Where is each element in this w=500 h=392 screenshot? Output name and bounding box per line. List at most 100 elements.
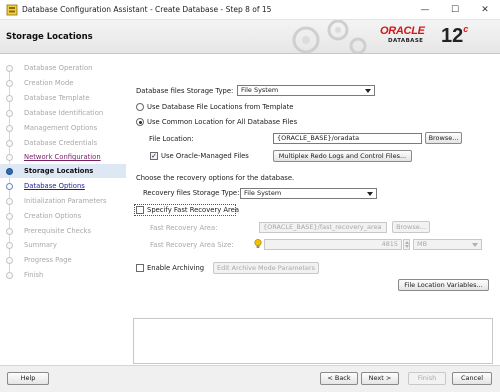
fra-label: Fast Recovery Area:: [150, 224, 218, 232]
step-marker-icon: [6, 257, 13, 264]
fra-size-unit-select[interactable]: MB: [413, 239, 482, 250]
chevron-down-icon: [472, 243, 478, 247]
step-marker-icon: [6, 65, 13, 72]
chevron-down-icon: [365, 89, 371, 93]
step-label: Initialization Parameters: [24, 197, 107, 205]
step-prerequisite-checks: Prerequisite Checks: [0, 224, 126, 238]
step-marker-icon: [6, 272, 13, 279]
messages-panel: [133, 318, 493, 364]
fra-size-spinner[interactable]: [403, 239, 410, 250]
fra-checkbox-label[interactable]: Specify Fast Recovery Area: [147, 206, 239, 214]
recovery-type-select[interactable]: File System: [240, 188, 377, 199]
storage-type-select[interactable]: File System: [237, 85, 375, 96]
oracle-logo-subtitle: DATABASE: [388, 38, 424, 44]
file-location-browse-button[interactable]: Browse...: [425, 132, 462, 144]
chevron-down-icon: [367, 192, 373, 196]
step-label: Progress Page: [24, 256, 72, 264]
step-database-credentials: Database Credentials: [0, 136, 126, 150]
step-label: Finish: [24, 271, 44, 279]
window-title: Database Configuration Assistant - Creat…: [22, 5, 272, 14]
recovery-type-value: File System: [244, 189, 282, 197]
step-label: Database Template: [24, 94, 90, 102]
archiving-label[interactable]: Enable Archiving: [147, 264, 204, 272]
recovery-type-label: Recovery files Storage Type:: [143, 189, 240, 197]
wizard-steps-sidebar: Database Operation Creation Mode Databas…: [0, 55, 126, 365]
fra-location-input[interactable]: {ORACLE_BASE}/fast_recovery_area: [259, 222, 387, 233]
version-suffix: c: [463, 24, 469, 34]
multiplex-redo-button[interactable]: Multiplex Redo Logs and Control Files...: [273, 150, 412, 162]
window-title-bar: Database Configuration Assistant - Creat…: [0, 0, 500, 20]
step-label: Database Operation: [24, 64, 93, 72]
lightbulb-hint-icon: [254, 239, 262, 248]
recovery-heading: Choose the recovery options for the data…: [136, 174, 295, 182]
step-marker-icon: [6, 95, 13, 102]
step-label: Database Credentials: [24, 139, 98, 147]
step-finish: Finish: [0, 268, 126, 282]
step-database-identification: Database Identification: [0, 106, 126, 120]
step-label: Prerequisite Checks: [24, 227, 92, 235]
step-marker-icon: [6, 154, 13, 161]
fra-checkbox[interactable]: [136, 206, 144, 214]
help-button[interactable]: Help: [7, 372, 49, 385]
back-button[interactable]: < Back: [320, 372, 358, 385]
gears-decoration-icon: [292, 20, 367, 53]
common-location-label[interactable]: Use Common Location for All Database Fil…: [147, 118, 297, 126]
step-creation-options: Creation Options: [0, 209, 126, 223]
step-marker-icon: [6, 213, 13, 220]
step-label: Creation Mode: [24, 79, 74, 87]
step-database-options[interactable]: Database Options: [0, 179, 126, 193]
file-location-label: File Location:: [149, 135, 194, 143]
archive-params-button[interactable]: Edit Archive Mode Parameters: [213, 262, 319, 274]
storage-type-label: Database files Storage Type:: [136, 87, 234, 95]
fra-size-unit-value: MB: [417, 240, 428, 248]
file-location-variables-button[interactable]: File Location Variables...: [398, 279, 489, 291]
step-summary: Summary: [0, 238, 126, 252]
cancel-button[interactable]: Cancel: [452, 372, 492, 385]
wizard-footer: Help < Back Next > Finish Cancel: [0, 365, 500, 392]
file-location-input[interactable]: {ORACLE_BASE}/oradata: [273, 133, 422, 144]
archiving-checkbox[interactable]: [136, 264, 144, 272]
fra-size-input[interactable]: 4815: [264, 239, 402, 250]
step-initialization-parameters: Initialization Parameters: [0, 194, 126, 208]
version-number: 12: [441, 25, 464, 47]
step-label: Creation Options: [24, 212, 82, 220]
oracle-logo-word: ORACLE: [380, 25, 425, 37]
maximize-button[interactable]: ☐: [440, 0, 470, 20]
step-marker-icon: [6, 183, 13, 190]
omf-label[interactable]: Use Oracle-Managed Files: [161, 152, 249, 160]
close-button[interactable]: ✕: [470, 0, 500, 20]
step-marker-icon: [6, 198, 13, 205]
storage-type-value: File System: [241, 86, 279, 94]
storage-locations-panel: Database files Storage Type: File System…: [126, 55, 500, 365]
template-locations-radio[interactable]: [136, 103, 144, 111]
template-locations-label[interactable]: Use Database File Locations from Templat…: [147, 103, 293, 111]
fra-browse-button[interactable]: Browse...: [392, 221, 430, 233]
step-network-configuration[interactable]: Network Configuration: [0, 150, 126, 164]
step-label: Summary: [24, 241, 57, 249]
step-database-template: Database Template: [0, 91, 126, 105]
fra-size-label: Fast Recovery Area Size:: [150, 241, 234, 249]
step-marker-icon: [6, 140, 13, 147]
step-progress-page: Progress Page: [0, 253, 126, 267]
minimize-button[interactable]: —: [410, 0, 440, 20]
version-badge: 12c: [441, 24, 469, 48]
step-label: Network Configuration: [24, 153, 101, 161]
step-marker-icon: [6, 80, 13, 87]
step-management-options: Management Options: [0, 121, 126, 135]
step-marker-icon: [6, 228, 13, 235]
step-storage-locations[interactable]: Storage Locations: [0, 164, 126, 178]
step-label: Database Options: [24, 182, 85, 190]
oracle-logo: ORACLE DATABASE: [380, 25, 436, 44]
step-database-operation: Database Operation: [0, 61, 126, 75]
step-marker-icon: [6, 125, 13, 132]
step-label: Database Identification: [24, 109, 104, 117]
finish-button[interactable]: Finish: [408, 372, 446, 385]
common-location-radio[interactable]: [136, 118, 144, 126]
omf-checkbox[interactable]: ✓: [150, 152, 158, 160]
dbca-app-icon: [6, 4, 18, 16]
current-step-marker-icon: [6, 168, 13, 175]
step-marker-icon: [6, 242, 13, 249]
step-creation-mode: Creation Mode: [0, 76, 126, 90]
next-button[interactable]: Next >: [361, 372, 399, 385]
page-title: Storage Locations: [6, 32, 93, 42]
